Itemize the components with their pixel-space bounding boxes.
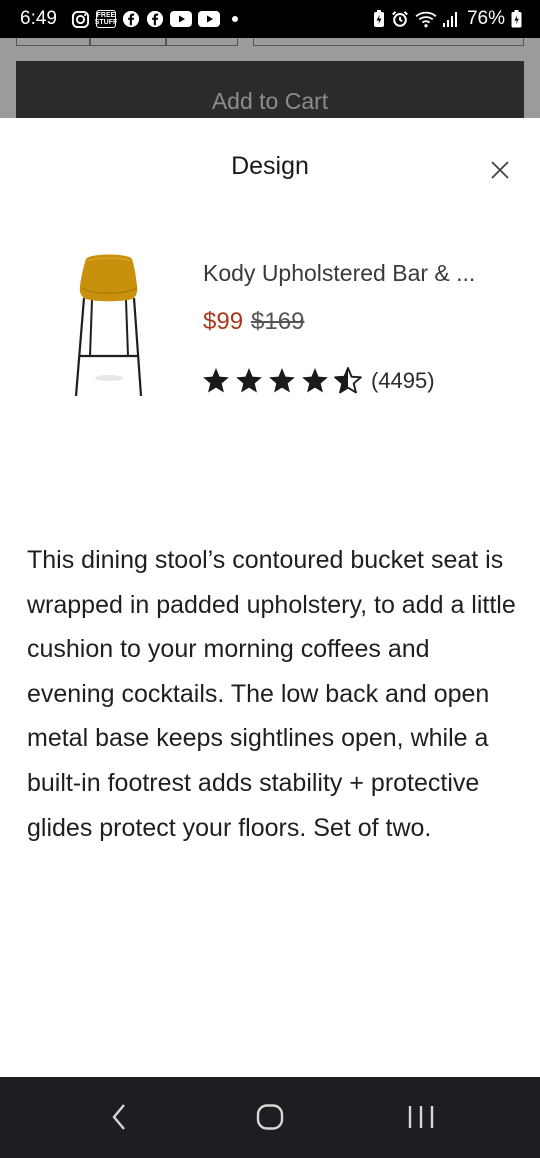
status-time: 6:49 (20, 8, 57, 29)
star-full-icon (268, 367, 296, 394)
facebook-icon (146, 10, 164, 28)
background-field (166, 38, 238, 46)
signal-icon (442, 11, 459, 27)
youtube-icon (169, 11, 192, 27)
add-to-cart-button: Add to Cart (16, 61, 524, 118)
background-field (253, 38, 524, 46)
battery-saver-icon (373, 10, 385, 28)
status-right: 76% (373, 8, 522, 30)
status-left: 6:49 FREE STUFF (20, 8, 238, 30)
background-field (16, 38, 90, 46)
star-half-icon (334, 367, 362, 394)
product-description: This dining stool’s contoured bucket sea… (27, 546, 516, 842)
alarm-icon (391, 10, 409, 28)
background-fields (16, 38, 524, 46)
recent-apps-icon (408, 1106, 434, 1128)
sale-price: $99 (203, 308, 244, 335)
status-bar: 6:49 FREE STUFF 76% (0, 0, 540, 38)
background-field (90, 38, 166, 46)
original-price: $169 (251, 308, 305, 335)
home-icon (256, 1104, 284, 1130)
back-button[interactable] (94, 1097, 144, 1137)
notification-dot (231, 16, 238, 22)
review-count[interactable]: (4495) (371, 368, 435, 394)
star-full-icon (202, 367, 230, 394)
wifi-icon (415, 10, 437, 28)
battery-icon (511, 10, 522, 28)
product-name: Kody Upholstered Bar & ... (203, 260, 476, 286)
close-icon (491, 161, 509, 179)
design-sheet: Design Kody Upholstered Bar & ... $99 $1… (0, 118, 540, 1077)
youtube-icon (197, 11, 220, 27)
star-full-icon (235, 367, 263, 394)
star-full-icon (301, 367, 329, 394)
background-page: Add to Cart (0, 38, 540, 118)
rating-row: (4495) (202, 367, 435, 394)
navigation-bar (0, 1077, 540, 1158)
close-button[interactable] (484, 154, 516, 186)
facebook-icon (122, 10, 140, 28)
recent-apps-button[interactable] (396, 1097, 446, 1137)
home-button[interactable] (245, 1097, 295, 1137)
free-stuff-icon: FREE STUFF (94, 10, 118, 28)
product-image (60, 248, 160, 398)
instagram-icon (71, 10, 90, 29)
back-icon (112, 1104, 125, 1130)
sheet-title: Design (231, 152, 309, 180)
battery-percent: 76% (466, 8, 505, 29)
price-row: $99 $169 (203, 308, 304, 336)
